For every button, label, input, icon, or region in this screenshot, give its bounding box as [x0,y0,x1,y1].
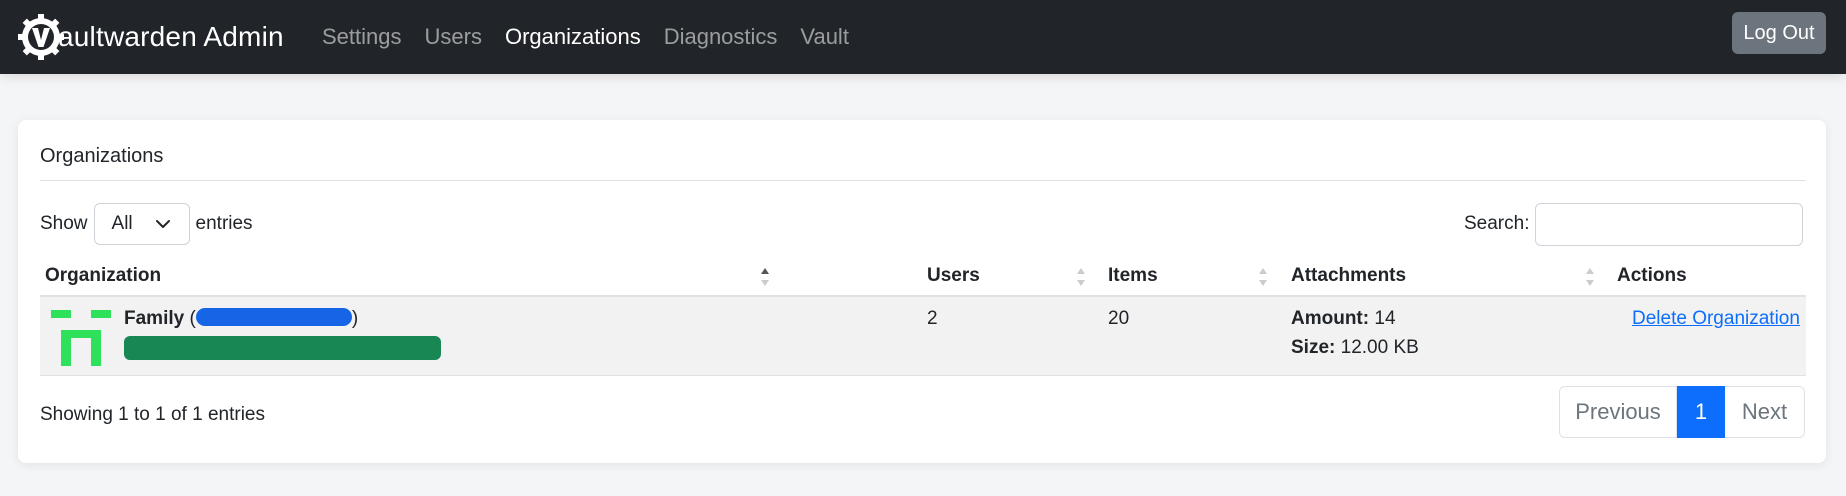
table-row-divider [40,375,1806,376]
attachments-size-value: 12.00 KB [1340,337,1419,358]
nav-settings[interactable]: Settings [322,24,402,50]
entries-length-control: Show All entries [40,203,253,245]
attachments-amount-value: 14 [1374,308,1396,329]
column-header-users[interactable]: Users [927,265,980,295]
pagination-previous[interactable]: Previous [1559,386,1677,438]
organization-badge [124,336,441,360]
organization-name: Family () [124,308,358,330]
brand[interactable]: aultwarden Admin [18,10,284,64]
show-label: Show [40,213,88,234]
sort-icon[interactable] [1076,266,1086,288]
card-title: Organizations [40,145,164,167]
entries-label: entries [195,213,253,234]
pagination: Previous 1 Next [1559,386,1805,438]
column-header-organization[interactable]: Organization [45,265,161,295]
top-navbar: aultwarden Admin Settings Users Organiza… [0,0,1846,74]
organization-id-open: ( [189,308,196,329]
column-header-items[interactable]: Items [1108,265,1158,295]
items-count: 20 [1108,308,1130,329]
pagination-next[interactable]: Next [1725,386,1805,438]
users-count: 2 [927,308,938,329]
table-info: Showing 1 to 1 of 1 entries [40,404,265,425]
sort-icon[interactable] [1258,266,1268,288]
organizations-card: Organizations Show All entries Search: O… [18,120,1826,463]
column-header-attachments[interactable]: Attachments [1291,265,1406,295]
pagination-page-1[interactable]: 1 [1677,386,1725,438]
attachments-amount-label: Amount: [1291,308,1370,329]
attachments-size: Size: 12.00 KB [1291,337,1419,359]
redacted-organization-id [195,308,352,326]
main-nav: Settings Users Organizations Diagnostics… [322,0,872,74]
nav-users[interactable]: Users [425,24,482,50]
nav-diagnostics[interactable]: Diagnostics [664,24,778,50]
sort-asc-icon[interactable] [760,266,770,288]
entries-length-select[interactable]: All [93,203,190,245]
divider [40,180,1806,181]
attachments-amount: Amount: 14 [1291,308,1396,330]
nav-organizations[interactable]: Organizations [505,24,641,50]
organization-identicon-icon [51,310,111,366]
search-label: Search: [1464,213,1530,234]
sort-icon[interactable] [1585,266,1595,288]
delete-organization-link[interactable]: Delete Organization [1632,308,1800,330]
attachments-size-label: Size: [1291,337,1336,358]
entries-length-value: All [111,213,133,234]
organization-name-text: Family [124,308,185,329]
logout-button[interactable]: Log Out [1732,12,1826,54]
search-input[interactable] [1535,203,1803,246]
organization-id-close: ) [351,308,359,329]
chevron-down-icon [155,220,170,228]
brand-title: aultwarden Admin [58,21,284,52]
nav-vault[interactable]: Vault [800,24,849,50]
column-header-actions: Actions [1617,265,1687,286]
